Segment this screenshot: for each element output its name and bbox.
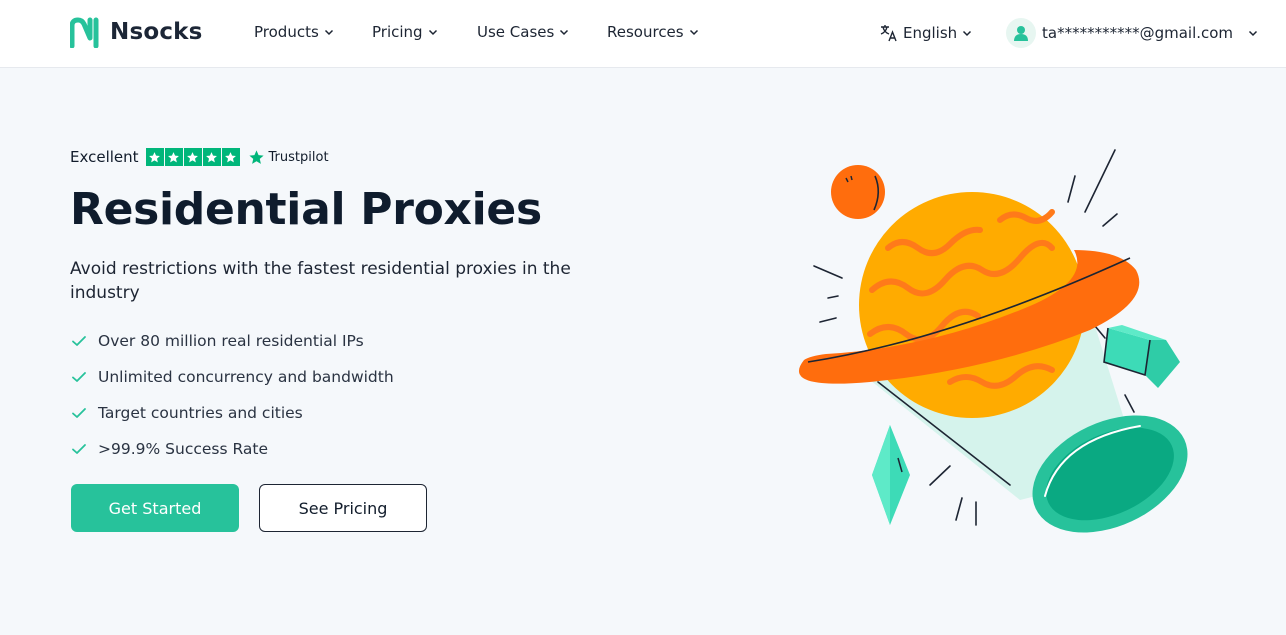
trustpilot-star-icon [248,149,264,164]
user-icon [1014,26,1028,41]
trustpilot-logo: Trustpilot [248,149,329,166]
star-icon [202,148,221,166]
feature-text: Over 80 million real residential IPs [98,332,364,350]
feature-text: Target countries and cities [98,404,303,422]
language-label: English [903,24,958,42]
star-icon [164,148,183,166]
star-icon [221,148,240,166]
nav-products[interactable]: Products [254,23,335,41]
trustpilot-rating[interactable]: Excellent Trustpilot [70,148,329,166]
star-icon [145,148,164,166]
star-icon [183,148,202,166]
chevron-down-icon [961,27,973,39]
planet-illustration [798,149,1188,533]
check-icon [70,404,88,422]
hero-subtitle: Avoid restrictions with the fastest resi… [70,259,571,303]
nav-resources-label: Resources [607,23,684,41]
feature-text: Unlimited concurrency and bandwidth [98,368,394,386]
trustpilot-label: Trustpilot [268,149,329,165]
avatar [1006,18,1036,48]
see-pricing-button[interactable]: See Pricing [259,484,427,532]
list-item: Unlimited concurrency and bandwidth [70,359,394,395]
nav-products-label: Products [254,23,319,41]
nav-use-cases[interactable]: Use Cases [477,23,570,41]
list-item: >99.9% Success Rate [70,431,394,467]
feature-text: >99.9% Success Rate [98,440,269,458]
translate-icon [880,25,897,42]
get-started-button[interactable]: Get Started [71,484,239,532]
user-email: ta***********@gmail.com [1042,24,1234,42]
site-header: Nsocks Products Pricing Use Cases Resour… [0,0,1286,68]
feature-list: Over 80 million real residential IPs Unl… [70,323,394,467]
check-icon [70,440,88,458]
rating-label: Excellent [70,148,139,166]
nsocks-logo-icon [70,17,99,48]
nav-pricing-label: Pricing [372,23,423,41]
check-icon [70,368,88,386]
nav-pricing[interactable]: Pricing [372,23,439,41]
chevron-down-icon [688,26,700,38]
chevron-down-icon [1247,27,1259,39]
chevron-down-icon [558,26,570,38]
brand-logo[interactable]: Nsocks [70,16,203,48]
user-menu[interactable]: ta***********@gmail.com [1006,18,1259,48]
page-title: Residential Proxies [70,184,542,235]
nav-use-cases-label: Use Cases [477,23,555,41]
check-icon [70,332,88,350]
nav-resources[interactable]: Resources [607,23,700,41]
rating-stars [145,148,241,166]
chevron-down-icon [427,26,439,38]
chevron-down-icon [323,26,335,38]
list-item: Over 80 million real residential IPs [70,323,394,359]
language-selector[interactable]: English [880,24,973,42]
brand-name: Nsocks [110,19,203,45]
list-item: Target countries and cities [70,395,394,431]
